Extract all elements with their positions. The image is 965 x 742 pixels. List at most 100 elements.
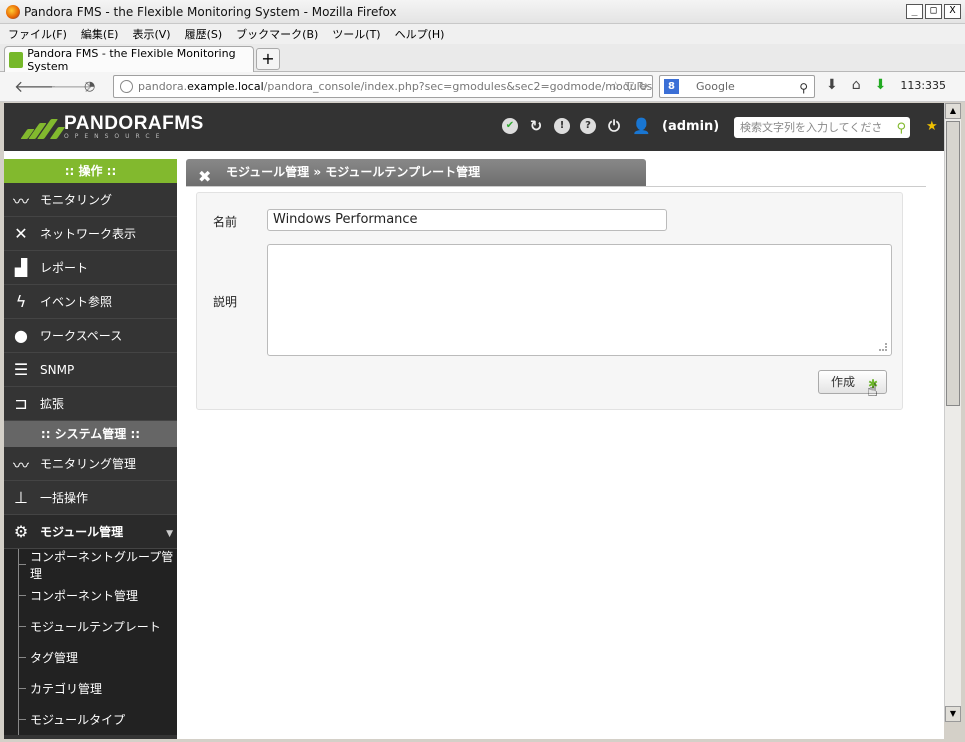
search-icon[interactable]: ⚲ bbox=[896, 118, 906, 139]
minimize-button[interactable]: _ bbox=[906, 4, 923, 19]
menu-help[interactable]: ヘルプ(H) bbox=[395, 26, 445, 42]
resize-grip-icon[interactable] bbox=[879, 343, 887, 351]
sidebar-item-workspace[interactable]: ● ワークスペース bbox=[4, 319, 177, 353]
url-host: example.local bbox=[187, 80, 264, 93]
alert-icon[interactable]: ! bbox=[554, 118, 570, 134]
reload-icon[interactable]: ↻ bbox=[638, 79, 648, 93]
sidebar-item-extensions[interactable]: ⊐ 拡張 bbox=[4, 387, 177, 421]
close-button[interactable]: X bbox=[944, 4, 961, 19]
download-icon[interactable]: ⬇ bbox=[826, 77, 838, 93]
sidebar-subitem-categories[interactable]: カテゴリ管理 bbox=[4, 673, 177, 704]
header-search-placeholder: 検索文字列を入力してくださ bbox=[740, 121, 883, 134]
sidebar-subitem-tags[interactable]: タグ管理 bbox=[4, 642, 177, 673]
power-icon[interactable]: ⏻ bbox=[606, 118, 622, 134]
scroll-down-arrow-icon[interactable]: ▼ bbox=[945, 706, 961, 722]
menu-file[interactable]: ファイル(F) bbox=[8, 26, 67, 42]
sidebar-item-label: ネットワーク表示 bbox=[40, 227, 137, 241]
sidebar-item-monitoring[interactable]: 〰 モニタリング bbox=[4, 183, 177, 217]
name-field[interactable]: Windows Performance bbox=[267, 209, 667, 231]
logo-subtext: OPENSOURCE bbox=[64, 133, 166, 140]
breadcrumb: モジュール管理 » モジュールテンプレート管理 bbox=[226, 165, 481, 179]
dropdown-icon[interactable]: ▽ bbox=[625, 79, 634, 93]
pandora-logo-mark-icon bbox=[18, 117, 66, 139]
operation-header: :: 操作 :: bbox=[4, 159, 177, 183]
sidebar-item-label: レポート bbox=[40, 261, 89, 275]
maximize-button[interactable]: □ bbox=[925, 4, 942, 19]
network-icon: ✕ bbox=[14, 224, 28, 243]
url-bar[interactable]: pandora.example.local/pandora_console/in… bbox=[113, 75, 653, 98]
sidebar-item-module-admin[interactable]: ⚙ モジュール管理 ▼ bbox=[4, 515, 177, 549]
list-icon: ☰ bbox=[13, 360, 29, 379]
green-download-icon[interactable]: ⬇ bbox=[875, 77, 887, 93]
search-bar[interactable]: 8 Google ⚲ bbox=[659, 75, 815, 98]
create-button-label: 作成 bbox=[831, 375, 856, 389]
sidebar-item-network-view[interactable]: ✕ ネットワーク表示 bbox=[4, 217, 177, 251]
menubar: ファイル(F) 編集(E) 表示(V) 履歴(S) ブックマーク(B) ツール(… bbox=[0, 24, 965, 44]
person-icon: ● bbox=[14, 326, 28, 345]
sidebar-item-bulk-operations[interactable]: ⊥ 一括操作 bbox=[4, 481, 177, 515]
scroll-thumb[interactable] bbox=[946, 121, 960, 406]
identity-icon[interactable]: ◔ bbox=[84, 79, 95, 94]
url-path: /pandora_console/index.php?sec=gmodules&… bbox=[263, 80, 653, 93]
menu-tools[interactable]: ツール(T) bbox=[332, 26, 380, 42]
sidebar-subitem-module-templates[interactable]: モジュールテンプレート bbox=[4, 611, 177, 642]
browser-tab[interactable]: Pandora FMS - the Flexible Monitoring Sy… bbox=[4, 46, 254, 73]
bolt-icon: ϟ bbox=[15, 292, 27, 311]
pandora-header: PANDORAFMS OPENSOURCE ✔ ↻ ! ? ⏻ 👤 (admin… bbox=[4, 103, 944, 151]
menu-edit[interactable]: 編集(E) bbox=[81, 26, 119, 42]
sidebar-item-monitoring-admin[interactable]: 〰 モニタリング管理 bbox=[4, 447, 177, 481]
pandora-favicon-icon bbox=[9, 52, 24, 68]
sidebar-subitem-module-types[interactable]: モジュールタイプ bbox=[4, 704, 177, 735]
sidebar-item-label: イベント参照 bbox=[40, 295, 113, 309]
tab-strip: Pandora FMS - the Flexible Monitoring Sy… bbox=[0, 44, 965, 73]
url-prefix: pandora. bbox=[138, 80, 188, 93]
heartbeat-gear-icon: 〰 bbox=[12, 455, 29, 475]
chevron-down-icon: ▼ bbox=[166, 529, 173, 539]
module-gear-icon: ⚙ bbox=[13, 522, 29, 541]
sidebar-item-label: 拡張 bbox=[40, 397, 65, 411]
refresh-icon[interactable]: ↻ bbox=[528, 118, 544, 134]
new-tab-button[interactable]: + bbox=[256, 48, 280, 70]
sidebar-item-snmp[interactable]: ☰ SNMP bbox=[4, 353, 177, 387]
menu-history[interactable]: 履歴(S) bbox=[185, 26, 223, 42]
pandora-logo[interactable]: PANDORAFMS OPENSOURCE bbox=[18, 113, 204, 141]
admin-user[interactable]: (admin) bbox=[662, 119, 719, 134]
report-icon: ▟ bbox=[14, 258, 28, 277]
title-divider bbox=[186, 186, 926, 187]
navigation-bar: 🡐 🡒 ◔ pandora.example.local/pandora_cons… bbox=[0, 72, 965, 102]
sidebar-item-events[interactable]: ϟ イベント参照 bbox=[4, 285, 177, 319]
globe-icon bbox=[120, 80, 133, 93]
vertical-scrollbar[interactable]: ▲ ▼ bbox=[944, 103, 961, 722]
bookmark-star-icon[interactable]: ☆ bbox=[610, 79, 621, 93]
header-search-input[interactable]: 検索文字列を入力してくださ ⚲ bbox=[734, 117, 910, 138]
page-title: ✖ モジュール管理 » モジュールテンプレート管理 bbox=[186, 159, 646, 186]
menu-view[interactable]: 表示(V) bbox=[132, 26, 170, 42]
hierarchy-icon: ⊥ bbox=[14, 488, 28, 507]
sidebar-item-label: SNMP bbox=[40, 362, 75, 377]
name-label: 名前 bbox=[213, 215, 238, 229]
search-placeholder: Google bbox=[696, 80, 735, 93]
description-label: 説明 bbox=[213, 295, 238, 309]
help-icon[interactable]: ? bbox=[580, 118, 596, 134]
sidebar-subitem-component-groups[interactable]: コンポーネントグループ管理 bbox=[4, 549, 177, 581]
user-icon[interactable]: 👤 bbox=[632, 118, 651, 134]
home-icon[interactable]: ⌂ bbox=[852, 77, 861, 93]
favorite-star-icon[interactable]: ★ bbox=[926, 119, 938, 134]
template-form: 名前 Windows Performance 説明 作成 ✱ ☝ bbox=[196, 192, 903, 410]
page-viewport: PANDORAFMS OPENSOURCE ✔ ↻ ! ? ⏻ 👤 (admin… bbox=[4, 103, 944, 739]
check-icon[interactable]: ✔ bbox=[502, 118, 518, 134]
menu-bookmarks[interactable]: ブックマーク(B) bbox=[236, 26, 318, 42]
scroll-up-arrow-icon[interactable]: ▲ bbox=[945, 103, 961, 119]
hand-cursor-icon: ☝ bbox=[867, 380, 878, 401]
sidebar-subitem-components[interactable]: コンポーネント管理 bbox=[4, 580, 177, 611]
window-controls: _ □ X bbox=[906, 4, 961, 19]
google-icon[interactable]: 8 bbox=[664, 79, 679, 94]
description-textarea[interactable] bbox=[267, 244, 892, 356]
sidebar-item-reports[interactable]: ▟ レポート bbox=[4, 251, 177, 285]
sidebar-item-label: モニタリング管理 bbox=[40, 457, 137, 471]
clock-readout: 113:335 bbox=[900, 78, 947, 92]
logo-text: PANDORAFMS bbox=[64, 113, 204, 134]
window-title: Pandora FMS - the Flexible Monitoring Sy… bbox=[24, 4, 397, 19]
magnifier-icon[interactable]: ⚲ bbox=[799, 78, 808, 99]
browser-tab-label: Pandora FMS - the Flexible Monitoring Sy… bbox=[27, 47, 236, 73]
